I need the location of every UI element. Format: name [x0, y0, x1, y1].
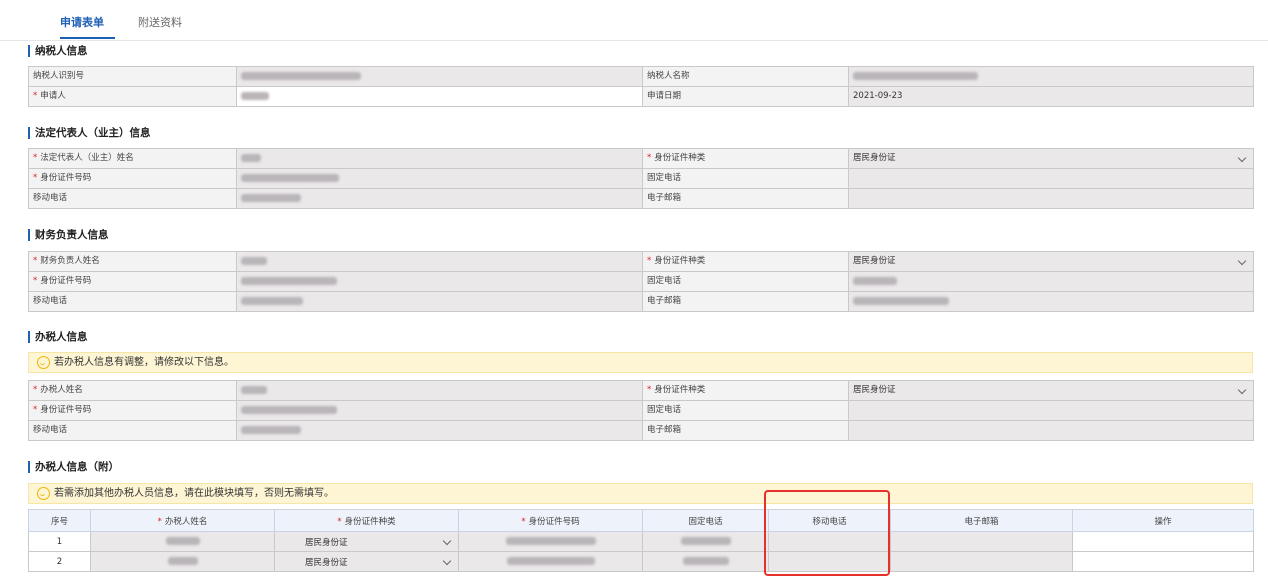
- section-title-agent-extra: 办税人信息（附）: [28, 461, 119, 473]
- taxpayer-name-field: [848, 66, 1254, 87]
- applicant-input[interactable]: [236, 86, 643, 107]
- taxpayer-form: 纳税人识别号 纳税人名称 * 申请人 申请日期 2021-09-23: [28, 66, 1254, 107]
- finance-id-type-label: * 身份证件种类: [642, 251, 849, 272]
- active-tab-indicator: [60, 37, 115, 39]
- applicant-label: * 申请人: [28, 86, 237, 107]
- agent-mobile-label: 移动电话: [28, 420, 237, 441]
- col-header-tel: 固定电话: [642, 509, 769, 532]
- finance-mobile-label: 移动电话: [28, 291, 237, 312]
- row-no: 1: [28, 531, 91, 552]
- table-header-row: 序号 * 办税人姓名 * 身份证件种类 * 身份证件号码 固定电话 移动电话 电子邮箱…: [28, 509, 1254, 532]
- agent-extra-table: 序号 * 办税人姓名 * 身份证件种类 * 身份证件号码 固定电话 移动电话 电子邮箱…: [28, 509, 1254, 572]
- tab-attachments[interactable]: 附送资料: [138, 14, 182, 30]
- col-header-email: 电子邮箱: [890, 509, 1073, 532]
- row-name-input[interactable]: [90, 531, 275, 552]
- table-row: 2 居民身份证: [28, 551, 1254, 572]
- agent-name-input[interactable]: [236, 380, 643, 401]
- agent-tel-label: 固定电话: [642, 400, 849, 421]
- apply-date-field: 2021-09-23: [848, 86, 1254, 107]
- finance-email-label: 电子邮箱: [642, 291, 849, 312]
- legal-rep-id-type-select[interactable]: 居民身份证: [848, 148, 1254, 169]
- col-header-no: 序号: [28, 509, 91, 532]
- legal-rep-name-input[interactable]: [236, 148, 643, 169]
- legal-rep-form: * 法定代表人（业主）姓名 * 身份证件种类 居民身份证 * 身份证件号码 固定电话 …: [28, 148, 1254, 209]
- agent-notice-text: 若办税人信息有调整，请修改以下信息。: [54, 357, 234, 368]
- agent-notice: 若办税人信息有调整，请修改以下信息。: [28, 352, 1253, 373]
- highlight-box-mobile-column: [764, 490, 890, 576]
- col-header-id-type: * 身份证件种类: [274, 509, 459, 532]
- agent-name-label: * 办税人姓名: [28, 380, 237, 401]
- agent-id-no-input[interactable]: [236, 400, 643, 421]
- row-email-input[interactable]: [890, 531, 1073, 552]
- legal-rep-id-no-input[interactable]: [236, 168, 643, 189]
- col-header-id-no: * 身份证件号码: [458, 509, 643, 532]
- section-title-legal-rep: 法定代表人（业主）信息: [28, 127, 151, 139]
- taxpayer-name-label: 纳税人名称: [642, 66, 849, 87]
- legal-rep-mobile-label: 移动电话: [28, 188, 237, 209]
- agent-email-input[interactable]: [848, 420, 1254, 441]
- agent-id-type-select[interactable]: 居民身份证: [848, 380, 1254, 401]
- legal-rep-email-label: 电子邮箱: [642, 188, 849, 209]
- finance-id-no-input[interactable]: [236, 271, 643, 292]
- col-header-action: 操作: [1072, 509, 1254, 532]
- row-id-no-input[interactable]: [458, 551, 643, 572]
- finance-id-no-label: * 身份证件号码: [28, 271, 237, 292]
- finance-id-type-select[interactable]: 居民身份证: [848, 251, 1254, 272]
- legal-rep-tel-label: 固定电话: [642, 168, 849, 189]
- chevron-down-icon: [1237, 385, 1247, 395]
- legal-rep-id-no-label: * 身份证件号码: [28, 168, 237, 189]
- apply-date-label: 申请日期: [642, 86, 849, 107]
- agent-id-no-label: * 身份证件号码: [28, 400, 237, 421]
- row-id-no-input[interactable]: [458, 531, 643, 552]
- legal-rep-tel-input[interactable]: [848, 168, 1254, 189]
- section-title-finance: 财务负责人信息: [28, 229, 109, 241]
- agent-email-label: 电子邮箱: [642, 420, 849, 441]
- row-name-input[interactable]: [90, 551, 275, 572]
- section-title-taxpayer: 纳税人信息: [28, 45, 88, 57]
- finance-tel-input[interactable]: [848, 271, 1254, 292]
- row-tel-input[interactable]: [642, 531, 769, 552]
- row-no: 2: [28, 551, 91, 572]
- agent-tel-input[interactable]: [848, 400, 1254, 421]
- tab-application-form[interactable]: 申请表单: [60, 14, 104, 30]
- chevron-down-icon: [442, 556, 452, 566]
- taxpayer-id-field: [236, 66, 643, 87]
- table-row: 1 居民身份证: [28, 531, 1254, 552]
- finance-tel-label: 固定电话: [642, 271, 849, 292]
- legal-rep-id-type-label: * 身份证件种类: [642, 148, 849, 169]
- chevron-down-icon: [442, 536, 452, 546]
- row-id-type-select[interactable]: 居民身份证: [274, 531, 459, 552]
- finance-email-input[interactable]: [848, 291, 1254, 312]
- smile-icon: [37, 356, 50, 369]
- row-action-cell[interactable]: [1072, 531, 1254, 552]
- row-action-cell[interactable]: [1072, 551, 1254, 572]
- tab-bar: 申请表单 附送资料: [0, 0, 1268, 41]
- row-tel-input[interactable]: [642, 551, 769, 572]
- finance-mobile-input[interactable]: [236, 291, 643, 312]
- agent-mobile-input[interactable]: [236, 420, 643, 441]
- agent-extra-notice-text: 若需添加其他办税人员信息，请在此模块填写，否则无需填写。: [54, 488, 334, 499]
- section-title-agent: 办税人信息: [28, 331, 88, 343]
- col-header-name: * 办税人姓名: [90, 509, 275, 532]
- chevron-down-icon: [1237, 256, 1247, 266]
- agent-id-type-label: * 身份证件种类: [642, 380, 849, 401]
- agent-extra-notice: 若需添加其他办税人员信息，请在此模块填写，否则无需填写。: [28, 483, 1253, 504]
- taxpayer-id-label: 纳税人识别号: [28, 66, 237, 87]
- finance-form: * 财务负责人姓名 * 身份证件种类 居民身份证 * 身份证件号码 固定电话 移动电话…: [28, 251, 1254, 312]
- finance-name-label: * 财务负责人姓名: [28, 251, 237, 272]
- row-email-input[interactable]: [890, 551, 1073, 572]
- agent-form: * 办税人姓名 * 身份证件种类 居民身份证 * 身份证件号码 固定电话 移动电话 电…: [28, 380, 1254, 441]
- row-id-type-select[interactable]: 居民身份证: [274, 551, 459, 572]
- legal-rep-name-label: * 法定代表人（业主）姓名: [28, 148, 237, 169]
- legal-rep-email-input[interactable]: [848, 188, 1254, 209]
- smile-icon: [37, 487, 50, 500]
- finance-name-input[interactable]: [236, 251, 643, 272]
- chevron-down-icon: [1237, 153, 1247, 163]
- legal-rep-mobile-input[interactable]: [236, 188, 643, 209]
